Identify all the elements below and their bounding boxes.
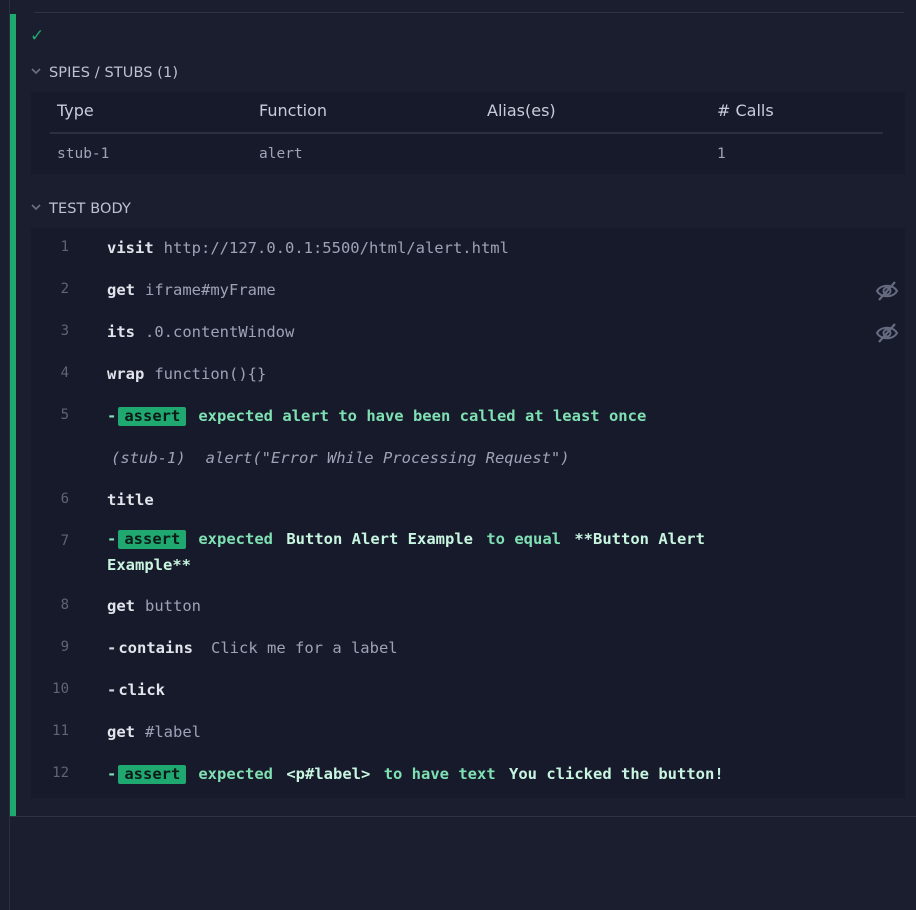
command-row[interactable]: 6 title — [31, 480, 905, 522]
command-number: 1 — [60, 239, 69, 255]
stub-call-row[interactable]: (stub-1) alert("Error While Processing Re… — [31, 438, 905, 480]
assert-value: You clicked the button! — [509, 765, 724, 783]
command-number: 11 — [52, 723, 69, 739]
assert-value: Button Alert Example — [286, 530, 473, 548]
command-arg: button — [145, 597, 201, 615]
child-dash: - — [107, 407, 117, 425]
command-name: visit — [107, 239, 154, 257]
command-number: 4 — [60, 365, 69, 381]
cell-calls: 1 — [717, 146, 726, 162]
assert-message: expected alert to have been called at le… — [198, 407, 647, 425]
command-row[interactable]: 1 visit http://127.0.0.1:5500/html/alert.… — [31, 228, 905, 270]
chevron-down-icon — [31, 67, 41, 75]
command-log: 1 visit http://127.0.0.1:5500/html/alert.… — [31, 228, 905, 798]
column-header-type: Type — [57, 101, 94, 120]
stub-label: (stub-1) — [111, 449, 186, 467]
command-arg: iframe#myFrame — [145, 281, 276, 299]
cell-function: alert — [259, 146, 303, 162]
child-dash: - — [107, 639, 117, 657]
spies-stubs-toggle[interactable]: SPIES / STUBS (1) — [31, 62, 178, 84]
command-number: 10 — [52, 681, 69, 697]
assert-value: <p#label> — [286, 765, 371, 783]
column-header-aliases: Alias(es) — [487, 101, 556, 120]
chevron-down-icon — [31, 203, 41, 211]
assert-message-part: to have text — [383, 765, 496, 783]
column-header-calls: # Calls — [717, 101, 774, 120]
command-arg: function(){} — [154, 365, 267, 383]
command-number: 12 — [52, 765, 69, 781]
child-dash: - — [107, 681, 117, 699]
assert-message-part: to equal — [486, 530, 561, 548]
table-row[interactable]: stub-1 alert 1 — [50, 134, 883, 174]
assert-value: **Button Alert — [574, 530, 705, 548]
cell-type: stub-1 — [57, 146, 110, 162]
command-row[interactable]: 10 - click — [31, 670, 905, 712]
assert-row[interactable]: 7 - assert expected Button Alert Example t… — [31, 522, 905, 578]
assert-row[interactable]: 12 - assert expected <p#label> to have tex… — [31, 754, 905, 796]
command-number: 5 — [60, 407, 69, 423]
command-name: get — [107, 597, 135, 615]
command-arg: http://127.0.0.1:5500/html/alert.html — [163, 239, 509, 257]
command-name: click — [118, 681, 166, 699]
stub-call: alert("Error While Processing Request") — [205, 449, 570, 467]
spies-stubs-table-container: Type Function Alias(es) # Calls stub-1 a… — [31, 92, 905, 174]
test-body-toggle[interactable]: TEST BODY — [31, 198, 131, 220]
command-row[interactable]: 4 wrap function(){} — [31, 354, 905, 396]
command-number: 8 — [60, 597, 69, 613]
command-number: 3 — [60, 323, 69, 339]
command-number: 6 — [60, 491, 69, 507]
command-number: 7 — [60, 533, 69, 549]
assert-badge: assert — [118, 530, 187, 549]
command-name: its — [107, 323, 135, 341]
assert-message-part: expected — [198, 530, 273, 548]
command-arg: .0.contentWindow — [145, 323, 295, 341]
assert-badge: assert — [118, 407, 187, 426]
test-body-title: TEST BODY — [49, 201, 131, 217]
command-name: get — [107, 723, 135, 741]
command-row[interactable]: 3 its .0.contentWindow — [31, 312, 905, 354]
table-header-row: Type Function Alias(es) # Calls — [50, 92, 883, 134]
assert-value: Example** — [107, 556, 191, 574]
command-row[interactable]: 8 get button — [31, 586, 905, 628]
assert-badge: assert — [118, 765, 187, 784]
assert-row[interactable]: 5 - assert expected alert to have been cal… — [31, 396, 905, 438]
eye-slash-icon[interactable] — [875, 322, 899, 344]
command-name: get — [107, 281, 135, 299]
command-row[interactable]: 11 get #label — [31, 712, 905, 754]
command-row[interactable]: 9 - contains Click me for a label — [31, 628, 905, 670]
assert-message-part: expected — [198, 765, 273, 783]
command-row[interactable]: 2 get iframe#myFrame — [31, 270, 905, 312]
command-number: 9 — [60, 639, 69, 655]
command-number: 2 — [60, 281, 69, 297]
spies-stubs-table: Type Function Alias(es) # Calls stub-1 a… — [50, 92, 883, 174]
check-icon: ✓ — [30, 26, 45, 46]
divider — [10, 816, 916, 817]
test-pass-indicator-bar — [10, 14, 16, 816]
command-name: title — [107, 491, 154, 509]
spies-stubs-title: SPIES / STUBS (1) — [49, 65, 179, 81]
child-dash: - — [107, 765, 117, 783]
command-arg: #label — [145, 723, 201, 741]
column-header-function: Function — [259, 101, 328, 120]
eye-slash-icon[interactable] — [875, 280, 899, 302]
child-dash: - — [107, 530, 117, 548]
divider — [34, 12, 904, 13]
command-arg: Click me for a label — [211, 639, 398, 657]
command-name: wrap — [107, 365, 145, 383]
command-name: contains — [118, 639, 193, 657]
